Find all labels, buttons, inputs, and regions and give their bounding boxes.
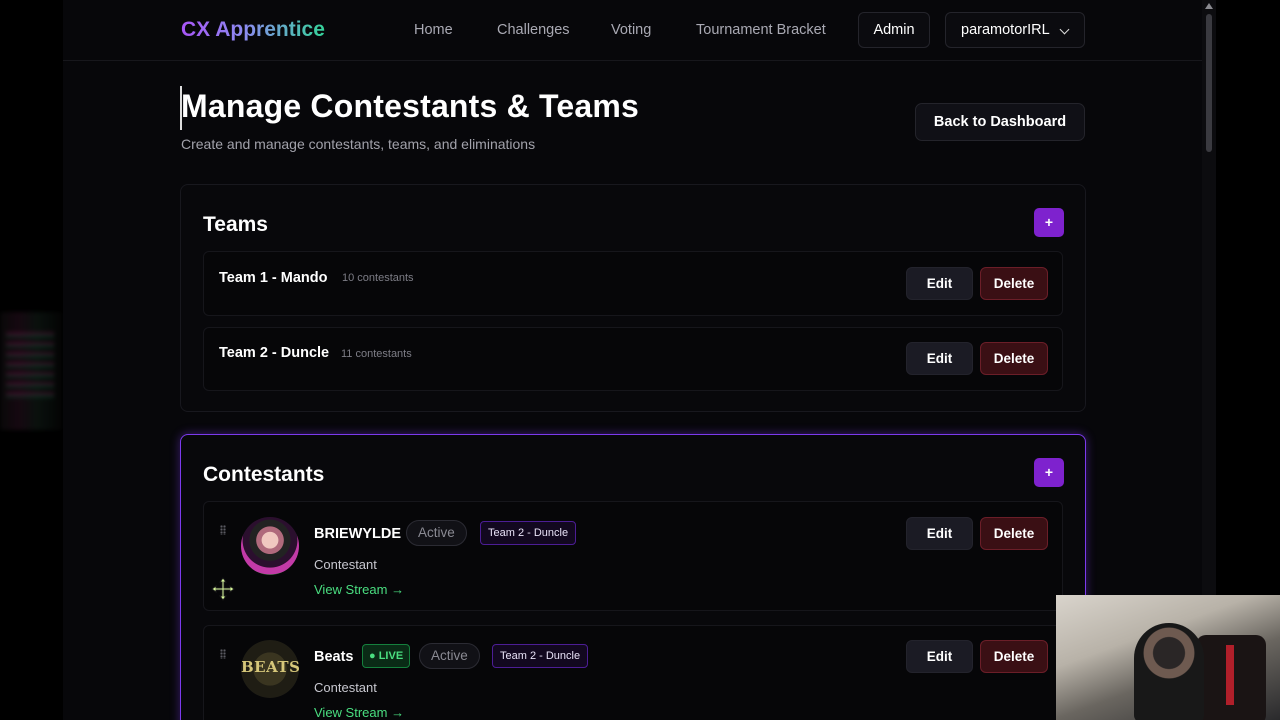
page-subtitle: Create and manage contestants, teams, an… (181, 136, 536, 152)
teams-card: Teams + Team 1 - Mando 10 contestants Ed… (180, 184, 1086, 412)
view-stream-link[interactable]: View Stream → (314, 705, 404, 720)
delete-team-button[interactable]: Delete (980, 267, 1048, 300)
edit-team-button[interactable]: Edit (906, 342, 973, 375)
avatar-logo-text: BEATS (241, 658, 299, 676)
edit-contestant-button[interactable]: Edit (906, 517, 973, 550)
left-letterbox (0, 0, 63, 720)
nav-link-home[interactable]: Home (414, 22, 453, 38)
contestants-card: Contestants + BRIEWYLDE Active Team 2 - … (180, 434, 1086, 720)
contestant-row: BRIEWYLDE Active Team 2 - Duncle Contest… (203, 501, 1063, 611)
team-count: 10 contestants (342, 272, 414, 284)
add-contestant-button[interactable]: + (1034, 458, 1064, 487)
view-stream-link[interactable]: View Stream → (314, 582, 404, 597)
edit-team-button[interactable]: Edit (906, 267, 973, 300)
scroll-up-arrow-icon[interactable] (1205, 3, 1213, 9)
team-badge: Team 2 - Duncle (492, 644, 589, 668)
gaming-chair (1196, 635, 1266, 720)
edit-contestant-button[interactable]: Edit (906, 640, 973, 673)
nav-link-voting[interactable]: Voting (611, 22, 651, 38)
avatar: BEATS (241, 640, 299, 698)
add-team-button[interactable]: + (1034, 208, 1064, 237)
team-row: Team 2 - Duncle 11 contestants Edit Dele… (203, 327, 1063, 391)
avatar (241, 517, 299, 575)
streamer-figure (1134, 623, 1204, 720)
team-name: Team 2 - Duncle (219, 345, 330, 361)
status-badge: Active (419, 643, 480, 669)
nav-link-tournament-bracket[interactable]: Tournament Bracket (696, 22, 826, 38)
user-menu-label: paramotorIRL (961, 22, 1050, 38)
teams-title: Teams (203, 213, 268, 236)
contestant-row: BEATS Beats ● LIVE Active Team 2 - Duncl… (203, 625, 1063, 720)
live-badge: ● LIVE (362, 644, 411, 668)
delete-team-button[interactable]: Delete (980, 342, 1048, 375)
team-badge: Team 2 - Duncle (480, 521, 577, 545)
move-cursor-icon (211, 577, 235, 601)
drag-handle-icon[interactable] (220, 525, 226, 535)
team-name: Team 1 - Mando (219, 270, 328, 286)
contestant-name: Beats (314, 649, 354, 665)
contestant-role: Contestant (314, 557, 377, 572)
status-badge: Active (406, 520, 467, 546)
drag-handle-icon[interactable] (220, 649, 226, 659)
scrollbar-thumb[interactable] (1206, 14, 1212, 152)
delete-contestant-button[interactable]: Delete (980, 517, 1048, 550)
brand-logo[interactable]: CX Apprentice (181, 18, 325, 42)
contestant-name: BRIEWYLDE (314, 526, 401, 542)
contestant-role: Contestant (314, 680, 377, 695)
contestants-title: Contestants (203, 463, 325, 486)
admin-button[interactable]: Admin (858, 12, 930, 48)
chevron-down-icon (1059, 24, 1070, 35)
team-count: 11 contestants (341, 348, 412, 360)
webcam-overlay (1056, 595, 1280, 720)
glitch-artifact (0, 312, 62, 430)
user-menu-button[interactable]: paramotorIRL (945, 12, 1085, 48)
back-to-dashboard-button[interactable]: Back to Dashboard (915, 103, 1085, 141)
team-row: Team 1 - Mando 10 contestants Edit Delet… (203, 251, 1063, 316)
page-title: Manage Contestants & Teams (181, 88, 640, 124)
delete-contestant-button[interactable]: Delete (980, 640, 1048, 673)
top-navbar: CX Apprentice Home Challenges Voting Tou… (63, 0, 1202, 61)
nav-link-challenges[interactable]: Challenges (497, 22, 570, 38)
